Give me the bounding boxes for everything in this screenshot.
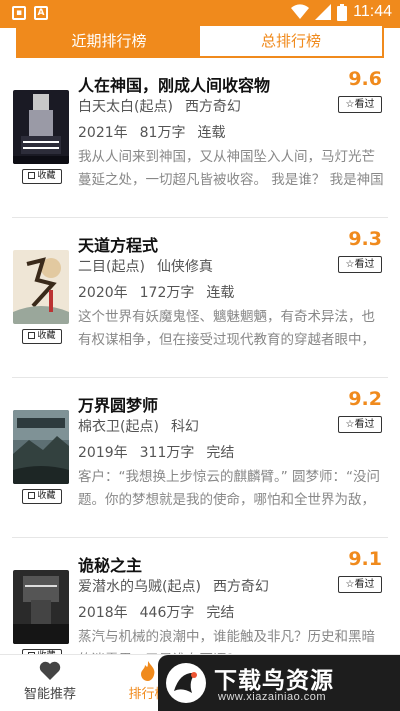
book-stats: 2021年 81万字 连载 <box>78 122 237 142</box>
tab-recent-ranking[interactable]: 近期排行榜 <box>18 26 200 56</box>
book-stats: 2019年 311万字 完结 <box>78 442 246 462</box>
read-button[interactable]: ☆看过 <box>338 256 382 273</box>
flame-icon <box>141 661 155 681</box>
signal-icon <box>315 4 332 20</box>
book-cover[interactable] <box>13 410 69 484</box>
book-words: 311万字 <box>139 445 195 461</box>
book-genre: 科幻 <box>170 419 199 435</box>
book-cover[interactable] <box>13 90 69 164</box>
book-stats: 2020年 172万字 连载 <box>78 282 246 302</box>
book-year: 2020年 <box>78 285 128 301</box>
book-list[interactable]: 收藏 人在神国，刚成人间收容物 9.6 ☆看过 白天太白(起点) 西方奇幻 202… <box>0 58 400 654</box>
heart-icon <box>39 661 61 680</box>
book-stats: 2018年 446万字 完结 <box>78 602 246 622</box>
list-item[interactable]: 收藏 天道方程式 9.3 ☆看过 二目(起点) 仙侠修真 2020年 172万字 连载… <box>0 218 400 378</box>
book-status: 连载 <box>206 285 235 301</box>
read-label: 看过 <box>354 579 375 590</box>
book-title[interactable]: 诡秘之主 <box>78 552 142 576</box>
book-author: 白天太白(起点) <box>78 99 173 115</box>
nav-label: 智能推荐 <box>23 687 76 702</box>
book-meta: 二目(起点) 仙侠修真 <box>78 256 225 276</box>
nav-item-recommend[interactable]: 智能推荐 <box>10 661 90 702</box>
ranking-tabs: 近期排行榜 总排行榜 <box>16 26 384 58</box>
favorite-label: 收藏 <box>37 331 56 341</box>
book-score: 9.2 <box>348 388 382 410</box>
book-genre: 西方奇幻 <box>184 99 241 115</box>
book-meta: 白天太白(起点) 西方奇幻 <box>78 96 253 116</box>
book-description: 蒸汽与机械的浪潮中，谁能触及非凡？历史和黑暗的迷雾里，又是谁在耳语？ <box>78 629 375 654</box>
read-button[interactable]: ☆看过 <box>338 416 382 433</box>
book-status: 完结 <box>206 445 235 461</box>
book-genre: 西方奇幻 <box>212 579 269 595</box>
book-title[interactable]: 万界圆梦师 <box>78 392 158 416</box>
list-item[interactable]: 收藏 万界圆梦师 9.2 ☆看过 棉衣卫(起点) 科幻 2019年 311万字 完结 … <box>0 378 400 538</box>
read-label: 看过 <box>354 99 375 110</box>
read-button[interactable]: ☆看过 <box>338 96 382 113</box>
battery-icon <box>337 3 348 21</box>
read-label: 看过 <box>354 419 375 430</box>
watermark-text: 下载鸟资源 <box>214 668 334 694</box>
favorite-button[interactable]: 收藏 <box>22 489 62 504</box>
watermark-url: www.xiazainiao.com <box>218 691 327 703</box>
book-genre: 仙侠修真 <box>156 259 213 275</box>
wifi-icon <box>291 4 310 20</box>
tab-overall-ranking[interactable]: 总排行榜 <box>200 26 382 56</box>
book-meta: 棉衣卫(起点) 科幻 <box>78 416 211 436</box>
book-description: 我从人间来到神国，又从神国坠入人间，马灯光芒蔓延之处，一切超凡皆被收容。 我是谁… <box>78 149 384 188</box>
book-title[interactable]: 天道方程式 <box>78 232 158 256</box>
book-cover[interactable] <box>13 250 69 324</box>
book-score: 9.1 <box>348 548 382 570</box>
watermark-logo <box>166 663 206 703</box>
list-item[interactable]: 收藏 诡秘之主 9.1 ☆看过 爱潜水的乌贼(起点)西方奇幻 2018年446万… <box>0 538 400 654</box>
book-cover[interactable] <box>13 570 69 644</box>
book-meta: 爱潜水的乌贼(起点) 西方奇幻 <box>78 576 281 596</box>
book-description: 这个世界有妖魔鬼怪、魑魅魍魉，有奇术异法，也有权谋相争，但在接受过现代教育的穿越… <box>78 309 375 348</box>
book-score: 9.6 <box>348 68 382 90</box>
favorite-button[interactable]: 收藏 <box>22 329 62 344</box>
book-author: 二目(起点) <box>78 259 145 275</box>
checkbox-icon <box>28 172 36 179</box>
book-title[interactable]: 人在神国，刚成人间收容物 <box>78 72 270 96</box>
checkbox-icon <box>28 492 36 499</box>
watermark: 下载鸟资源 www.xiazainiao.com <box>158 655 400 711</box>
read-label: 看过 <box>354 259 375 270</box>
book-score: 9.3 <box>348 228 382 250</box>
status-bar: ▪ A 11:44 <box>0 0 400 28</box>
book-year: 2021年 <box>78 125 128 141</box>
book-status: 完结 <box>206 605 235 621</box>
status-time: 11:44 <box>353 3 392 20</box>
book-year: 2019年 <box>78 445 128 461</box>
book-author: 爱潜水的乌贼(起点) <box>78 579 201 595</box>
book-words: 172万字 <box>139 285 195 301</box>
list-item[interactable]: 收藏 人在神国，刚成人间收容物 9.6 ☆看过 白天太白(起点) 西方奇幻 202… <box>0 58 400 218</box>
checkbox-icon <box>28 332 36 339</box>
text-notification-icon: A <box>34 6 48 20</box>
image-notification-icon: ▪ <box>12 6 26 20</box>
favorite-button[interactable]: 收藏 <box>22 169 62 184</box>
book-status: 连载 <box>197 125 226 141</box>
book-words: 81万字 <box>139 125 186 141</box>
book-words: 446万字 <box>139 605 195 621</box>
book-year: 2018年 <box>78 605 128 621</box>
book-description: 客户：“我想换上步惊云的麒麟臂。” 圆梦师：“没问题。你的梦想就是我的使命，哪怕… <box>78 469 381 508</box>
read-button[interactable]: ☆看过 <box>338 576 382 593</box>
book-author: 棉衣卫(起点) <box>78 419 159 435</box>
favorite-label: 收藏 <box>37 171 56 181</box>
notification-icons: ▪ A <box>12 6 48 20</box>
favorite-label: 收藏 <box>37 491 56 501</box>
